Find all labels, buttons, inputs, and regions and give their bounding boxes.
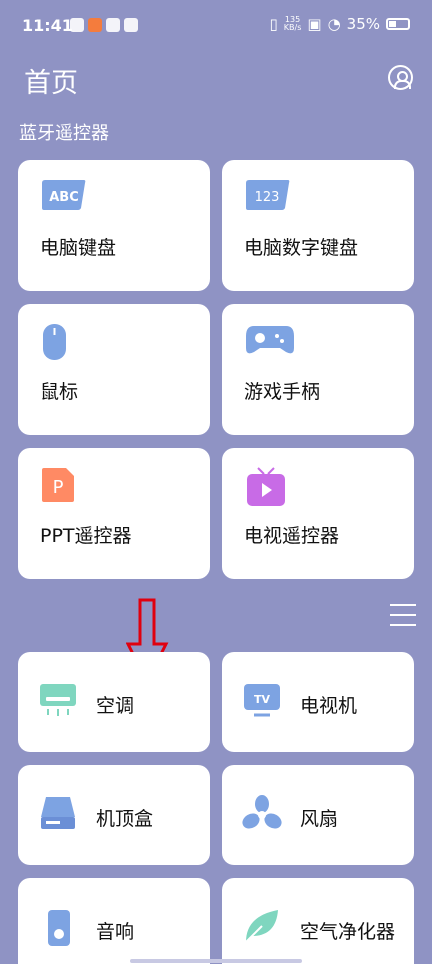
abc-keyboard-icon: ABC	[42, 180, 86, 210]
numeric-keyboard-icon: 123	[246, 180, 290, 210]
gamepad-icon	[246, 326, 294, 354]
status-right: ▯ 135 KB/s ▣ ◔ 35%	[269, 15, 410, 33]
ppt-icon: P	[42, 468, 74, 502]
menu-line	[390, 624, 416, 626]
air-purifier-icon	[245, 910, 278, 943]
numeric-keyboard-card[interactable]: 123 电脑数字键盘	[222, 160, 414, 291]
battery-percent: 35%	[346, 15, 380, 33]
bluetooth-section-title: 蓝牙遥控器	[19, 123, 109, 144]
page-title: 首页	[24, 68, 78, 99]
menu-icon[interactable]	[390, 604, 416, 628]
ppt-remote-card[interactable]: P PPT遥控器	[18, 448, 210, 579]
wifi-icon: ◔	[327, 15, 341, 33]
status-app-icons	[70, 18, 138, 32]
card-label: PPT遥控器	[40, 525, 132, 547]
card-label: 机顶盒	[96, 808, 154, 830]
network-speed: 135 KB/s	[284, 16, 302, 32]
card-label: 鼠标	[40, 381, 79, 403]
card-label: 音响	[96, 921, 135, 943]
tv-remote-card[interactable]: 电视遥控器	[222, 448, 414, 579]
card-label: 空气净化器	[300, 921, 396, 943]
home-indicator[interactable]	[130, 959, 302, 963]
menu-line	[390, 614, 416, 616]
battery-icon	[386, 18, 410, 30]
person-icon[interactable]	[388, 65, 413, 90]
play-app-icon	[124, 18, 138, 32]
set-top-box-card[interactable]: 机顶盒	[18, 765, 210, 865]
svg-text:ABC: ABC	[49, 190, 79, 205]
set-top-box-icon	[41, 797, 75, 829]
air-conditioner-card[interactable]: 空调	[18, 652, 210, 752]
speaker-card[interactable]: 音响	[18, 878, 210, 964]
leaf-app-icon	[70, 18, 84, 32]
card-label: 电视遥控器	[244, 525, 340, 547]
card-label: 电脑数字键盘	[244, 237, 359, 259]
card-label: 风扇	[300, 808, 339, 830]
card-label: 电视机	[300, 695, 358, 717]
orange-app-icon	[88, 18, 102, 32]
svg-text:P: P	[53, 477, 64, 498]
mail-app-icon	[106, 18, 120, 32]
tv-remote-icon	[247, 467, 285, 506]
card-label: 游戏手柄	[244, 381, 321, 403]
speaker-icon	[48, 910, 70, 946]
vibrate-icon: ▯	[269, 15, 278, 33]
status-time: 11:41	[22, 16, 73, 35]
svg-text:123: 123	[255, 190, 280, 205]
card-label: 电脑键盘	[40, 237, 117, 259]
sim-icon: ▣	[307, 15, 322, 33]
status-bar: 11:41 ▯ 135 KB/s ▣ ◔ 35%	[0, 0, 432, 52]
mouse-card[interactable]: 鼠标	[18, 304, 210, 435]
air-purifier-card[interactable]: 空气净化器	[222, 878, 414, 964]
mouse-icon	[43, 324, 66, 360]
tv-icon: TV	[244, 684, 280, 717]
fan-card[interactable]: 风扇	[222, 765, 414, 865]
computer-keyboard-card[interactable]: ABC 电脑键盘	[18, 160, 210, 291]
gamepad-card[interactable]: 游戏手柄	[222, 304, 414, 435]
fan-icon	[242, 795, 282, 829]
card-label: 空调	[96, 695, 135, 717]
speed-unit: KB/s	[283, 23, 302, 32]
svg-text:TV: TV	[254, 693, 271, 706]
tv-card[interactable]: TV 电视机	[222, 652, 414, 752]
air-conditioner-icon	[40, 684, 76, 716]
menu-line	[390, 604, 416, 606]
